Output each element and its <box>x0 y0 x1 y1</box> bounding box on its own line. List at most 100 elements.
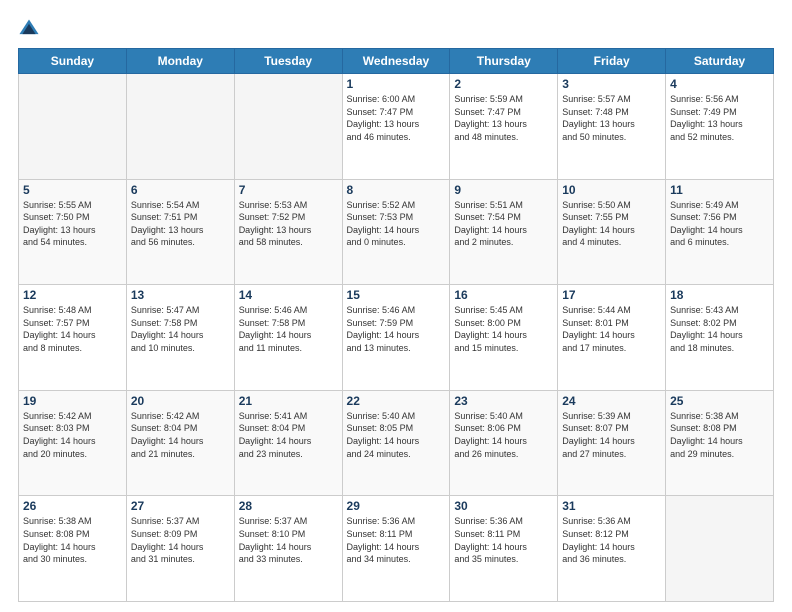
weekday-header-wednesday: Wednesday <box>342 49 450 74</box>
weekday-header-tuesday: Tuesday <box>234 49 342 74</box>
logo <box>18 18 44 40</box>
day-info: Sunrise: 6:00 AM Sunset: 7:47 PM Dayligh… <box>347 93 446 143</box>
day-info: Sunrise: 5:51 AM Sunset: 7:54 PM Dayligh… <box>454 199 553 249</box>
day-number: 15 <box>347 288 446 302</box>
week-row-4: 19 Sunrise: 5:42 AM Sunset: 8:03 PM Dayli… <box>19 390 774 496</box>
day-info: Sunrise: 5:53 AM Sunset: 7:52 PM Dayligh… <box>239 199 338 249</box>
day-info: Sunrise: 5:43 AM Sunset: 8:02 PM Dayligh… <box>670 304 769 354</box>
day-number: 17 <box>562 288 661 302</box>
calendar-cell: 19 Sunrise: 5:42 AM Sunset: 8:03 PM Dayli… <box>19 390 127 496</box>
day-number: 21 <box>239 394 338 408</box>
weekday-header-monday: Monday <box>126 49 234 74</box>
day-info: Sunrise: 5:57 AM Sunset: 7:48 PM Dayligh… <box>562 93 661 143</box>
day-info: Sunrise: 5:41 AM Sunset: 8:04 PM Dayligh… <box>239 410 338 460</box>
page: SundayMondayTuesdayWednesdayThursdayFrid… <box>0 0 792 612</box>
day-info: Sunrise: 5:40 AM Sunset: 8:05 PM Dayligh… <box>347 410 446 460</box>
day-info: Sunrise: 5:40 AM Sunset: 8:06 PM Dayligh… <box>454 410 553 460</box>
day-number: 19 <box>23 394 122 408</box>
calendar-cell: 31 Sunrise: 5:36 AM Sunset: 8:12 PM Dayli… <box>558 496 666 602</box>
calendar-cell: 3Sunrise: 5:57 AM Sunset: 7:48 PM Daylig… <box>558 74 666 180</box>
calendar-cell: 21 Sunrise: 5:41 AM Sunset: 8:04 PM Dayli… <box>234 390 342 496</box>
day-number: 2 <box>454 77 553 91</box>
day-number: 13 <box>131 288 230 302</box>
day-number: 31 <box>562 499 661 513</box>
week-row-2: 5 Sunrise: 5:55 AM Sunset: 7:50 PM Daylig… <box>19 179 774 285</box>
day-info: Sunrise: 5:42 AM Sunset: 8:03 PM Dayligh… <box>23 410 122 460</box>
calendar-cell: 15Sunrise: 5:46 AM Sunset: 7:59 PM Dayli… <box>342 285 450 391</box>
day-number: 22 <box>347 394 446 408</box>
calendar-cell: 20Sunrise: 5:42 AM Sunset: 8:04 PM Dayli… <box>126 390 234 496</box>
day-number: 10 <box>562 183 661 197</box>
day-info: Sunrise: 5:45 AM Sunset: 8:00 PM Dayligh… <box>454 304 553 354</box>
calendar-cell: 13Sunrise: 5:47 AM Sunset: 7:58 PM Dayli… <box>126 285 234 391</box>
day-number: 18 <box>670 288 769 302</box>
week-row-3: 12 Sunrise: 5:48 AM Sunset: 7:57 PM Dayli… <box>19 285 774 391</box>
calendar-cell: 1Sunrise: 6:00 AM Sunset: 7:47 PM Daylig… <box>342 74 450 180</box>
calendar-cell <box>19 74 127 180</box>
weekday-header-thursday: Thursday <box>450 49 558 74</box>
day-number: 16 <box>454 288 553 302</box>
calendar-cell <box>666 496 774 602</box>
calendar-cell: 5 Sunrise: 5:55 AM Sunset: 7:50 PM Daylig… <box>19 179 127 285</box>
calendar-cell <box>126 74 234 180</box>
day-info: Sunrise: 5:36 AM Sunset: 8:12 PM Dayligh… <box>562 515 661 565</box>
calendar-cell: 6 Sunrise: 5:54 AM Sunset: 7:51 PM Daylig… <box>126 179 234 285</box>
day-number: 6 <box>131 183 230 197</box>
calendar-cell: 23 Sunrise: 5:40 AM Sunset: 8:06 PM Dayli… <box>450 390 558 496</box>
day-info: Sunrise: 5:39 AM Sunset: 8:07 PM Dayligh… <box>562 410 661 460</box>
calendar-cell: 27Sunrise: 5:37 AM Sunset: 8:09 PM Dayli… <box>126 496 234 602</box>
day-number: 25 <box>670 394 769 408</box>
calendar-cell: 30 Sunrise: 5:36 AM Sunset: 8:11 PM Dayli… <box>450 496 558 602</box>
day-info: Sunrise: 5:48 AM Sunset: 7:57 PM Dayligh… <box>23 304 122 354</box>
weekday-header-sunday: Sunday <box>19 49 127 74</box>
day-info: Sunrise: 5:36 AM Sunset: 8:11 PM Dayligh… <box>347 515 446 565</box>
calendar-cell: 22 Sunrise: 5:40 AM Sunset: 8:05 PM Dayli… <box>342 390 450 496</box>
day-info: Sunrise: 5:36 AM Sunset: 8:11 PM Dayligh… <box>454 515 553 565</box>
day-number: 20 <box>131 394 230 408</box>
day-info: Sunrise: 5:56 AM Sunset: 7:49 PM Dayligh… <box>670 93 769 143</box>
calendar-cell: 4 Sunrise: 5:56 AM Sunset: 7:49 PM Daylig… <box>666 74 774 180</box>
calendar-cell: 28Sunrise: 5:37 AM Sunset: 8:10 PM Dayli… <box>234 496 342 602</box>
calendar-cell: 17 Sunrise: 5:44 AM Sunset: 8:01 PM Dayli… <box>558 285 666 391</box>
calendar-cell: 16 Sunrise: 5:45 AM Sunset: 8:00 PM Dayli… <box>450 285 558 391</box>
day-number: 29 <box>347 499 446 513</box>
day-number: 8 <box>347 183 446 197</box>
day-number: 5 <box>23 183 122 197</box>
calendar-cell: 8 Sunrise: 5:52 AM Sunset: 7:53 PM Daylig… <box>342 179 450 285</box>
day-info: Sunrise: 5:55 AM Sunset: 7:50 PM Dayligh… <box>23 199 122 249</box>
day-number: 30 <box>454 499 553 513</box>
day-number: 26 <box>23 499 122 513</box>
day-number: 27 <box>131 499 230 513</box>
header <box>18 18 774 40</box>
day-info: Sunrise: 5:54 AM Sunset: 7:51 PM Dayligh… <box>131 199 230 249</box>
day-info: Sunrise: 5:38 AM Sunset: 8:08 PM Dayligh… <box>670 410 769 460</box>
calendar-cell: 12 Sunrise: 5:48 AM Sunset: 7:57 PM Dayli… <box>19 285 127 391</box>
day-info: Sunrise: 5:52 AM Sunset: 7:53 PM Dayligh… <box>347 199 446 249</box>
day-number: 11 <box>670 183 769 197</box>
day-number: 24 <box>562 394 661 408</box>
day-number: 4 <box>670 77 769 91</box>
day-number: 9 <box>454 183 553 197</box>
calendar-cell: 10 Sunrise: 5:50 AM Sunset: 7:55 PM Dayli… <box>558 179 666 285</box>
day-number: 12 <box>23 288 122 302</box>
logo-icon <box>18 18 40 40</box>
weekday-header-row: SundayMondayTuesdayWednesdayThursdayFrid… <box>19 49 774 74</box>
calendar-cell <box>234 74 342 180</box>
calendar-cell: 18 Sunrise: 5:43 AM Sunset: 8:02 PM Dayli… <box>666 285 774 391</box>
day-info: Sunrise: 5:49 AM Sunset: 7:56 PM Dayligh… <box>670 199 769 249</box>
weekday-header-saturday: Saturday <box>666 49 774 74</box>
calendar-cell: 24 Sunrise: 5:39 AM Sunset: 8:07 PM Dayli… <box>558 390 666 496</box>
day-number: 14 <box>239 288 338 302</box>
day-number: 7 <box>239 183 338 197</box>
day-info: Sunrise: 5:38 AM Sunset: 8:08 PM Dayligh… <box>23 515 122 565</box>
day-number: 23 <box>454 394 553 408</box>
calendar-table: SundayMondayTuesdayWednesdayThursdayFrid… <box>18 48 774 602</box>
calendar-cell: 7 Sunrise: 5:53 AM Sunset: 7:52 PM Daylig… <box>234 179 342 285</box>
calendar-cell: 26 Sunrise: 5:38 AM Sunset: 8:08 PM Dayli… <box>19 496 127 602</box>
calendar-cell: 2Sunrise: 5:59 AM Sunset: 7:47 PM Daylig… <box>450 74 558 180</box>
calendar-cell: 11 Sunrise: 5:49 AM Sunset: 7:56 PM Dayli… <box>666 179 774 285</box>
week-row-1: 1Sunrise: 6:00 AM Sunset: 7:47 PM Daylig… <box>19 74 774 180</box>
calendar-cell: 14Sunrise: 5:46 AM Sunset: 7:58 PM Dayli… <box>234 285 342 391</box>
day-info: Sunrise: 5:50 AM Sunset: 7:55 PM Dayligh… <box>562 199 661 249</box>
day-info: Sunrise: 5:44 AM Sunset: 8:01 PM Dayligh… <box>562 304 661 354</box>
